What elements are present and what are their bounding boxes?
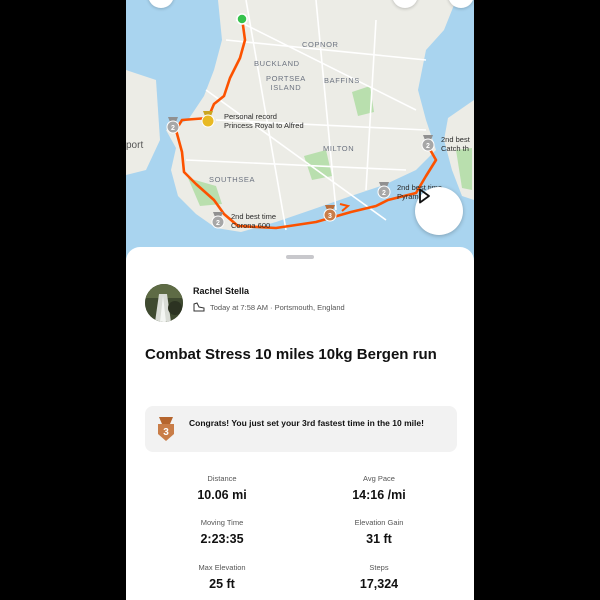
avatar-image xyxy=(145,284,183,322)
stat-value: 10.06 mi xyxy=(197,488,247,502)
svg-text:2: 2 xyxy=(171,125,175,132)
medal-silver-icon[interactable]: 2 xyxy=(166,117,180,134)
start-marker-icon xyxy=(236,13,248,25)
stat-value: 14:16 /mi xyxy=(352,488,406,502)
route-map[interactable]: 2 2 2 2 3 yp COPNOR xyxy=(126,0,474,262)
stat-value: 17,324 xyxy=(359,577,399,591)
map-label-port: port xyxy=(126,140,144,151)
map-label-southsea: SOUTHSEA xyxy=(209,175,256,184)
stat-label: Distance xyxy=(207,474,237,483)
activity-sheet: Rachel Stella Today at 7:58 AM · Portsmo… xyxy=(126,247,474,600)
segment-label-personal-record[interactable]: Personal record Princess Royal to Alfred xyxy=(224,112,304,130)
svg-text:2: 2 xyxy=(382,190,386,197)
map-label-baffins: BAFFINS xyxy=(324,76,360,85)
svg-text:2: 2 xyxy=(426,143,430,150)
activity-title: Combat Stress 10 miles 10kg Bergen run xyxy=(145,346,437,363)
stat-value: 25 ft xyxy=(209,577,235,591)
stat-elevation-gain: Elevation Gain 31 ft xyxy=(319,518,439,546)
stat-max-elevation: Max Elevation 25 ft xyxy=(162,563,282,591)
achievement-banner[interactable]: 3 Congrats! You just set your 3rd fastes… xyxy=(145,406,457,452)
stat-label: Elevation Gain xyxy=(354,518,404,527)
activity-meta: Today at 7:58 AM · Portsmouth, England xyxy=(193,302,345,312)
segment-label-catch[interactable]: 2nd best Catch th xyxy=(441,135,470,153)
medal-bronze-icon: 3 xyxy=(158,417,174,441)
svg-text:3: 3 xyxy=(163,427,169,438)
map-label-copnor: COPNOR xyxy=(302,40,339,49)
map-label-buckland: BUCKLAND xyxy=(254,59,300,68)
phone-screen: 2 2 2 2 3 yp COPNOR xyxy=(126,0,474,600)
play-flyover-button[interactable] xyxy=(415,187,463,235)
medal-bronze-icon[interactable]: 3 xyxy=(323,205,337,222)
avatar[interactable] xyxy=(145,284,183,322)
drag-handle[interactable] xyxy=(286,255,314,259)
map-label-milton: MILTON xyxy=(323,144,355,153)
athlete-name[interactable]: Rachel Stella xyxy=(193,286,249,296)
direction-arrow-icon xyxy=(339,203,351,212)
stat-avg-pace: Avg Pace 14:16 /mi xyxy=(319,474,439,502)
stat-distance: Distance 10.06 mi xyxy=(162,474,282,502)
svg-text:3: 3 xyxy=(328,213,332,220)
stat-moving-time: Moving Time 2:23:35 xyxy=(162,518,282,546)
stat-label: Avg Pace xyxy=(363,474,395,483)
activity-meta-text: Today at 7:58 AM · Portsmouth, England xyxy=(210,302,345,312)
stat-value: 2:23:35 xyxy=(200,532,244,546)
stat-label: Max Elevation xyxy=(198,563,246,572)
svg-text:2: 2 xyxy=(216,220,220,227)
shoe-icon xyxy=(193,302,205,312)
stat-steps: Steps 17,324 xyxy=(319,563,439,591)
stat-label: Moving Time xyxy=(200,518,244,527)
map-label-portsea-island: PORTSEA ISLAND xyxy=(266,74,306,92)
stat-value: 31 ft xyxy=(366,532,392,546)
play-icon xyxy=(419,188,430,204)
land-area-west xyxy=(126,70,160,175)
achievement-text: Congrats! You just set your 3rd fastest … xyxy=(189,418,424,428)
stat-label: Steps xyxy=(369,563,389,572)
segment-label-corona[interactable]: 2nd best time Corona 600 xyxy=(231,212,276,230)
